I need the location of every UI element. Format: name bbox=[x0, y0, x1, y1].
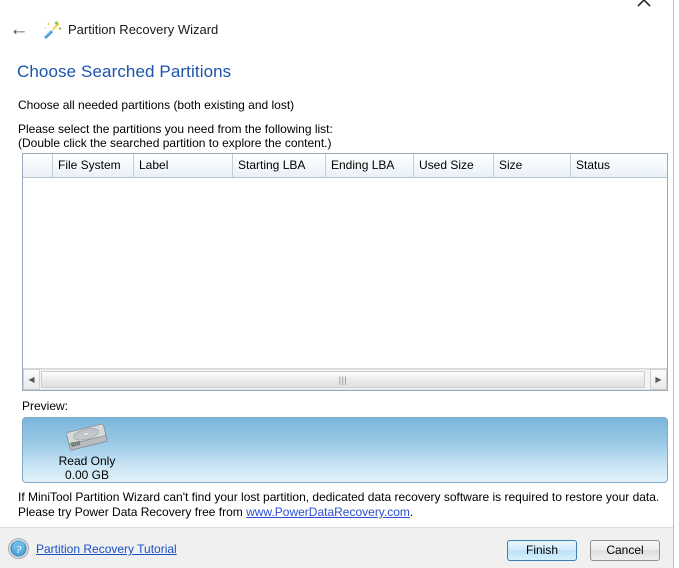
partition-recovery-tutorial-link[interactable]: Partition Recovery Tutorial bbox=[36, 542, 177, 556]
preview-disk-item[interactable]: Read Only 0.00 GB bbox=[39, 423, 135, 482]
column-header-label[interactable]: Label bbox=[134, 154, 233, 177]
table-body[interactable] bbox=[23, 178, 667, 368]
instruction-line-2: (Double click the searched partition to … bbox=[18, 136, 332, 150]
window-right-edge bbox=[673, 0, 674, 568]
page-subtitle: Choose all needed partitions (both exist… bbox=[18, 98, 295, 112]
cancel-button[interactable]: Cancel bbox=[590, 540, 660, 561]
preview-label: Preview: bbox=[22, 399, 69, 413]
preview-size-text: 0.00 GB bbox=[64, 468, 110, 482]
note-text-after: . bbox=[409, 505, 414, 519]
wizard-header: ← Partition Recovery Wizard bbox=[0, 0, 673, 52]
app-title: Partition Recovery Wizard bbox=[68, 22, 219, 37]
scrollbar-grip: ||| bbox=[338, 374, 348, 385]
column-header-status[interactable]: Status bbox=[571, 154, 667, 177]
power-data-recovery-link[interactable]: www.PowerDataRecovery.com bbox=[246, 505, 410, 519]
partition-list-table[interactable]: File System Label Starting LBA Ending LB… bbox=[22, 153, 668, 391]
hard-disk-icon bbox=[59, 423, 115, 451]
column-header-used-size[interactable]: Used Size bbox=[414, 154, 494, 177]
instructions: Please select the partitions you need fr… bbox=[18, 122, 333, 150]
recovery-note: If MiniTool Partition Wizard can't find … bbox=[18, 490, 666, 520]
scrollbar-thumb[interactable]: ||| bbox=[41, 371, 645, 388]
question-mark-icon[interactable]: ? bbox=[8, 538, 29, 559]
scroll-left-button[interactable]: ◀ bbox=[23, 369, 40, 390]
svg-text:?: ? bbox=[16, 544, 22, 556]
table-header-row: File System Label Starting LBA Ending LB… bbox=[23, 154, 667, 178]
finish-button[interactable]: Finish bbox=[507, 540, 577, 561]
scroll-right-button[interactable]: ▶ bbox=[650, 369, 667, 390]
dialog-footer: ? Partition Recovery Tutorial Finish Can… bbox=[0, 527, 673, 568]
page-title: Choose Searched Partitions bbox=[17, 62, 232, 81]
preview-panel[interactable]: Read Only 0.00 GB bbox=[22, 417, 668, 483]
column-header-ending-lba[interactable]: Ending LBA bbox=[326, 154, 414, 177]
instruction-line-1: Please select the partitions you need fr… bbox=[18, 122, 333, 136]
chevron-up-icon[interactable] bbox=[635, 0, 653, 9]
wizard-icon bbox=[42, 20, 62, 40]
horizontal-scrollbar[interactable]: ◀ ||| ▶ bbox=[23, 368, 667, 390]
column-header-starting-lba[interactable]: Starting LBA bbox=[233, 154, 326, 177]
column-header-size[interactable]: Size bbox=[494, 154, 571, 177]
column-header-file-system[interactable]: File System bbox=[53, 154, 134, 177]
column-header-select[interactable] bbox=[23, 154, 53, 177]
scrollbar-track[interactable]: ||| bbox=[40, 369, 650, 390]
back-arrow-icon[interactable]: ← bbox=[8, 19, 30, 41]
preview-status-text: Read Only bbox=[58, 454, 116, 468]
